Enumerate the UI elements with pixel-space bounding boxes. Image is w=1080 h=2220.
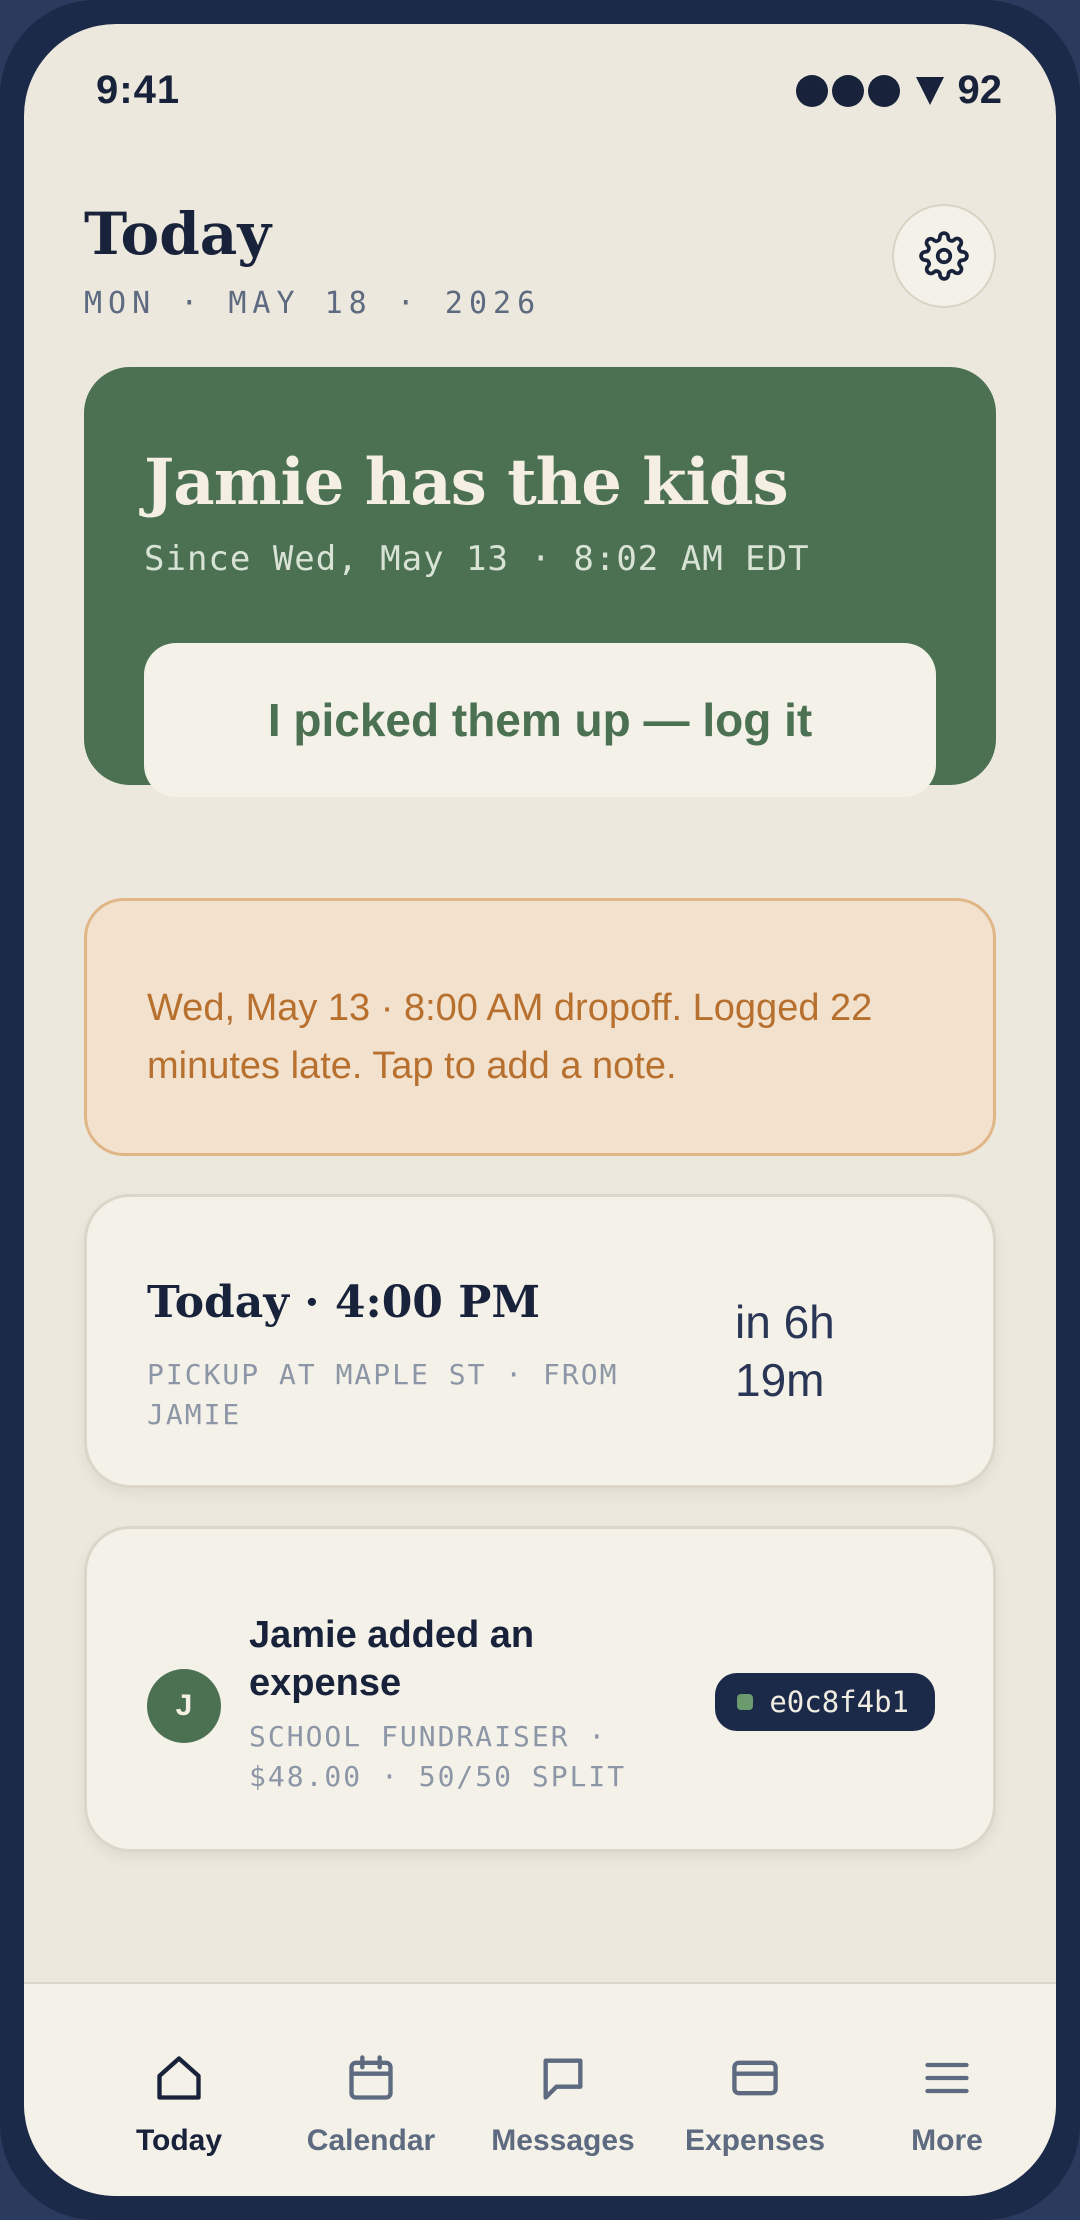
tab-label: Calendar [306, 2124, 436, 2157]
verified-dot-icon [737, 1694, 754, 1710]
status-time: 9:41 [96, 68, 181, 112]
custody-title: Jamie has the kids [144, 445, 789, 520]
activity-title: Jamie added an expense [249, 1614, 535, 1704]
page-date: MON · MAY 18 · 2026 [84, 286, 542, 321]
tab-label: Expenses [684, 2124, 826, 2157]
menu-icon [925, 2062, 969, 2094]
late-dropoff-alert[interactable]: Wed, May 13 · 8:00 AM dropoff. Logged 22… [84, 898, 996, 1156]
tab-calendar[interactable]: Calendar [276, 2052, 466, 2158]
activity-card[interactable]: J Jamie added an expense SCHOOL FUNDRAIS… [84, 1526, 996, 1852]
signal-icon [795, 74, 900, 107]
avatar: J [147, 1669, 221, 1743]
event-eta: in 6h 19m [735, 1296, 835, 1406]
home-icon [157, 2056, 201, 2100]
app-screen: 9:41 92 Today MON · MAY 18 · 2026 Jamie … [24, 24, 1056, 2196]
event-subtitle: PICKUP AT MAPLE ST · FROM JAMIE [147, 1358, 619, 1431]
bottom-tab-bar: Today Calendar Messages Expenses More [24, 1982, 1056, 2196]
log-pickup-button[interactable]: I picked them up — log it [144, 643, 936, 797]
custody-status-card: Jamie has the kids Since Wed, May 13 · 8… [84, 367, 996, 797]
calendar-icon [349, 2055, 393, 2100]
activity-subtitle: SCHOOL FUNDRAISER · $48.00 · 50/50 SPLIT [249, 1720, 627, 1793]
settings-button[interactable] [892, 204, 996, 308]
custody-since: Since Wed, May 13 · 8:02 AM EDT [144, 539, 810, 579]
tab-messages[interactable]: Messages [468, 2052, 658, 2158]
status-indicators: 92 [795, 68, 1003, 113]
tab-label: Today [135, 2124, 223, 2157]
tab-expenses[interactable]: Expenses [660, 2052, 850, 2158]
alert-text: Wed, May 13 · 8:00 AM dropoff. Logged 22… [147, 987, 873, 1087]
tab-more[interactable]: More [852, 2052, 1042, 2158]
status-bar: 9:41 92 [24, 24, 1056, 154]
wifi-icon [915, 76, 944, 105]
message-icon [543, 2058, 583, 2100]
tab-label: More [911, 2124, 983, 2157]
event-title: Today · 4:00 PM [147, 1277, 541, 1328]
card-icon [732, 2060, 778, 2096]
tab-label: Messages [491, 2124, 635, 2157]
next-event-card[interactable]: Today · 4:00 PM PICKUP AT MAPLE ST · FRO… [84, 1194, 996, 1488]
tab-today[interactable]: Today [84, 2052, 274, 2158]
battery-level: 92 [957, 68, 1003, 112]
gear-icon [919, 231, 969, 281]
page-title: Today [84, 200, 272, 268]
hash-text: e0c8f4b1 [769, 1685, 909, 1719]
hash-badge: e0c8f4b1 [715, 1673, 935, 1731]
